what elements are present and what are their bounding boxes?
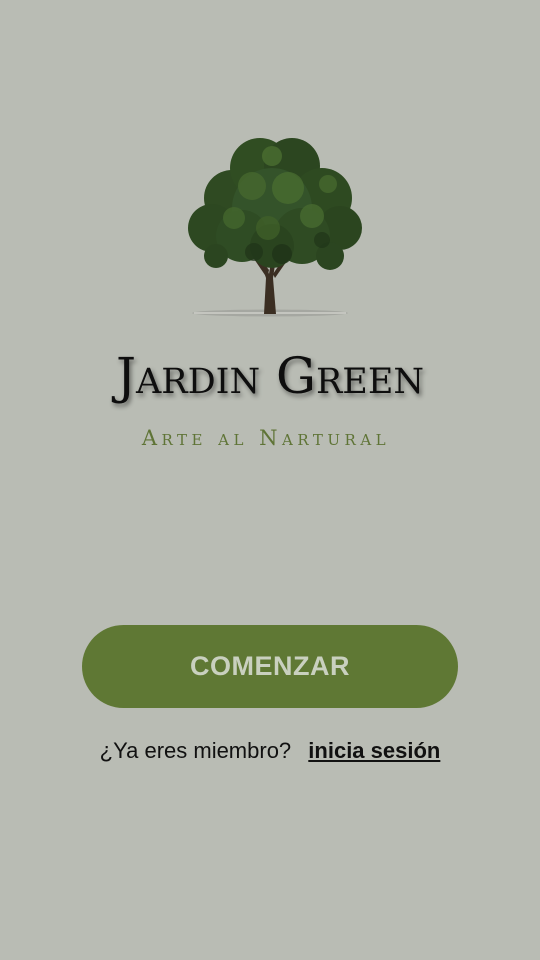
member-question-text: ¿Ya eres miembro? [99, 738, 292, 763]
start-button[interactable]: COMENZAR [82, 625, 458, 708]
app-tagline: Arte al Nartural [141, 426, 391, 450]
app-title: Jardin Green [115, 347, 425, 405]
login-prompt: ¿Ya eres miembro? inicia sesión [0, 735, 540, 767]
login-link[interactable]: inicia sesión [308, 738, 440, 763]
start-button-label: COMENZAR [190, 651, 350, 681]
welcome-screen: Jardin Green Arte al Nartural COMENZAR ¿… [0, 0, 540, 960]
tree-icon [188, 138, 362, 317]
